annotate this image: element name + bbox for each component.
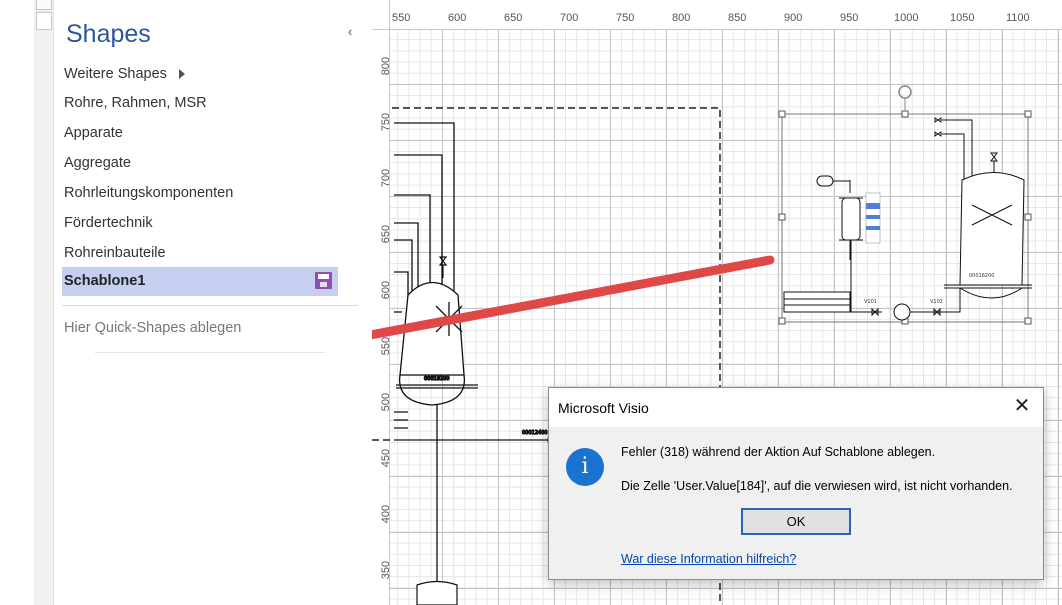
- ruler-label: 850: [728, 12, 747, 24]
- stencil-item-label: Schablone1: [64, 273, 146, 289]
- ruler-label: 550: [392, 12, 411, 24]
- ok-button[interactable]: OK: [741, 508, 851, 535]
- stencil-item-label: Rohre, Rahmen, MSR: [64, 95, 207, 111]
- ruler-label: 600: [448, 12, 467, 24]
- stencil-item-rohrleitungskomponenten[interactable]: Rohrleitungskomponenten: [62, 179, 338, 209]
- close-icon[interactable]: ✕: [1013, 396, 1031, 416]
- stencil-item-label: Fördertechnik: [64, 215, 153, 231]
- info-icon: i: [566, 448, 604, 486]
- drop-area-divider: [95, 352, 325, 353]
- stencil-item-rohreinbauteile[interactable]: Rohreinbauteile: [62, 239, 338, 269]
- selected-template-group[interactable]: 00016200 V101 V102: [778, 85, 1032, 325]
- stencil-item-aggregate[interactable]: Aggregate: [62, 149, 338, 179]
- quick-shapes-hint: Hier Quick-Shapes ablegen: [64, 320, 242, 336]
- visio-window: Shapes ‹ Weitere Shapes Rohre, Rahmen, M…: [0, 0, 1062, 605]
- stencil-item-foerdertechnik[interactable]: Fördertechnik: [62, 209, 338, 239]
- valve-symbol: [438, 256, 448, 278]
- panel-title: Shapes: [66, 20, 151, 48]
- ruler-label: 650: [504, 12, 523, 24]
- stencil-item-apparate[interactable]: Apparate: [62, 119, 338, 149]
- svg-text:00016200: 00016200: [969, 273, 994, 279]
- ruler-label: 700: [560, 12, 579, 24]
- svg-text:V101: V101: [864, 299, 877, 305]
- stencil-item-rohre[interactable]: Rohre, Rahmen, MSR: [62, 89, 338, 119]
- dialog-message-detail: Die Zelle 'User.Value[184]', auf die ver…: [621, 479, 1013, 493]
- ruler-corner: [372, 0, 390, 30]
- horizontal-ruler: 550 600 650 700 750 800 850 900 950 1000…: [390, 0, 1062, 30]
- save-stencil-icon[interactable]: [315, 272, 332, 289]
- scrollbar-thumb[interactable]: [36, 0, 52, 10]
- ruler-label: 1100: [1006, 12, 1030, 24]
- stencil-item-label: Aggregate: [64, 155, 131, 171]
- svg-text:00012400: 00012400: [522, 430, 547, 436]
- stencil-item-schablone1[interactable]: Schablone1: [62, 267, 338, 296]
- ruler-label: 800: [672, 12, 691, 24]
- dialog-titlebar[interactable]: Microsoft Visio ✕: [549, 388, 1043, 427]
- ruler-label: 950: [840, 12, 859, 24]
- stencil-item-label: Apparate: [64, 125, 123, 141]
- stencil-item-label: Rohreinbauteile: [64, 245, 166, 261]
- stencil-item-weitere-shapes[interactable]: Weitere Shapes: [62, 60, 338, 90]
- shapes-panel: Shapes ‹ Weitere Shapes Rohre, Rahmen, M…: [55, 0, 372, 605]
- svg-text:00019200: 00019200: [424, 376, 449, 382]
- submenu-arrow-icon: [178, 69, 185, 80]
- scroll-arrow[interactable]: [36, 12, 52, 30]
- error-dialog: Microsoft Visio ✕ i Fehler (318) während…: [548, 387, 1044, 580]
- stencil-item-label: Weitere Shapes: [64, 66, 167, 82]
- ruler-label: 1000: [894, 12, 919, 24]
- panel-scrollbar[interactable]: [34, 0, 54, 605]
- feedback-link[interactable]: War diese Information hilfreich?: [621, 552, 796, 566]
- svg-text:V102: V102: [930, 299, 943, 305]
- ruler-label: 1050: [950, 12, 975, 24]
- ruler-label: 900: [784, 12, 803, 24]
- dialog-message: Fehler (318) während der Aktion Auf Scha…: [621, 445, 936, 459]
- collapse-panel-button[interactable]: ‹: [343, 24, 357, 39]
- panel-divider: [62, 305, 358, 306]
- dialog-title: Microsoft Visio: [558, 400, 649, 416]
- stencil-item-label: Rohrleitungskomponenten: [64, 185, 234, 201]
- ruler-label: 750: [616, 12, 635, 24]
